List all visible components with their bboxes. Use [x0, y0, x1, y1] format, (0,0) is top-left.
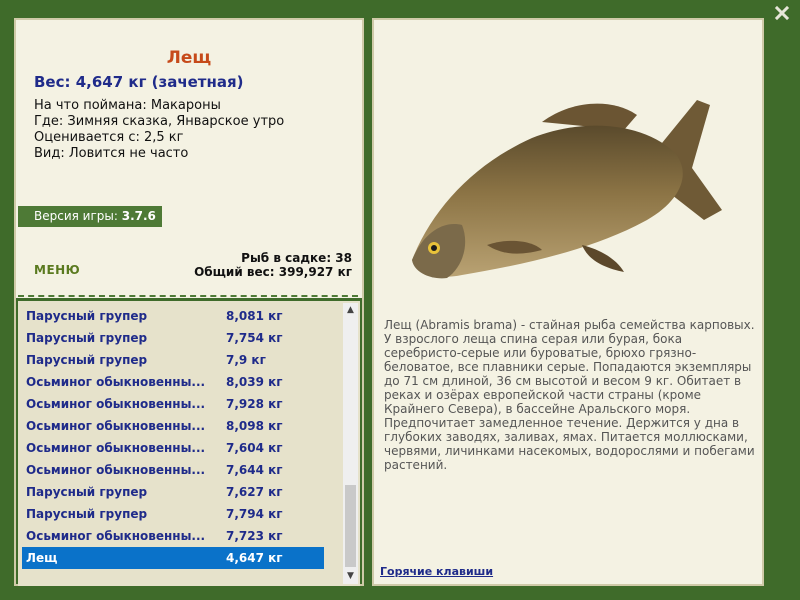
kind-info: Вид: Ловится не часто	[34, 146, 189, 161]
fish-name: Осьминог обыкновенны...	[26, 441, 206, 455]
bait-info: На что поймана: Макароны	[34, 98, 221, 113]
fish-description: Лещ (Abramis brama) - стайная рыба семей…	[384, 318, 755, 472]
fish-image	[412, 100, 722, 279]
fish-weight: 7,794 кг	[226, 507, 283, 521]
fish-details-panel: Лещ (Abramis brama) - стайная рыба семей…	[372, 18, 764, 586]
catch-name: Лещ	[166, 48, 212, 68]
list-item[interactable]: Осьминог обыкновенны... 7,928 кг	[22, 393, 324, 415]
fish-name: Лещ	[26, 551, 58, 565]
fish-weight: 7,644 кг	[226, 463, 283, 477]
fish-name: Осьминог обыкновенны...	[26, 397, 206, 411]
total-weight: Общий вес: 399,927 кг	[194, 265, 352, 279]
location-info: Где: Зимняя сказка, Январское утро	[34, 114, 285, 129]
close-button[interactable]	[774, 5, 790, 21]
list-item[interactable]: Парусный групер 7,754 кг	[22, 327, 324, 349]
fish-weight: 7,723 кг	[226, 529, 283, 543]
list-item[interactable]: Парусный групер 7,794 кг	[22, 503, 324, 525]
keep-count: Рыб в садке: 38	[241, 251, 352, 265]
fish-name: Осьминог обыкновенны...	[26, 529, 206, 543]
fish-weight: 7,9 кг	[226, 353, 266, 367]
valued-from-info: Оценивается с: 2,5 кг	[34, 130, 184, 145]
fish-name: Парусный групер	[26, 485, 148, 499]
menu-button[interactable]: МЕНЮ	[34, 263, 80, 277]
list-item[interactable]: Парусный групер 8,081 кг	[22, 305, 324, 327]
hotkeys-link[interactable]: Горячие клавиши	[380, 565, 493, 578]
list-item[interactable]: Осьминог обыкновенны... 8,039 кг	[22, 371, 324, 393]
fish-weight: 8,081 кг	[226, 309, 283, 323]
version-value: 3.7.6	[121, 209, 156, 223]
fish-weight: 8,098 кг	[226, 419, 283, 433]
fish-weight: 4,647 кг	[226, 551, 283, 565]
version-badge: Версия игры: 3.7.6	[18, 206, 162, 227]
list-item[interactable]: Лещ 4,647 кг	[22, 547, 324, 569]
fish-name: Осьминог обыкновенны...	[26, 375, 206, 389]
fish-weight: 7,754 кг	[226, 331, 283, 345]
catch-info-panel: Лещ Вес: 4,647 кг (зачетная) На что пойм…	[14, 18, 364, 586]
fish-weight: 7,627 кг	[226, 485, 283, 499]
catch-weight: Вес: 4,647 кг (зачетная)	[34, 73, 244, 91]
fish-list: Парусный групер 8,081 кг Парусный групер 7,…	[18, 301, 360, 586]
fish-name: Парусный групер	[26, 331, 148, 345]
fish-weight: 7,928 кг	[226, 397, 283, 411]
list-item[interactable]: Парусный групер 7,627 кг	[22, 481, 324, 503]
fish-name: Парусный групер	[26, 507, 148, 521]
fish-name: Парусный групер	[26, 353, 148, 367]
arrow-up-icon[interactable]: ▲	[343, 303, 358, 318]
scrollbar[interactable]: ▲ ▼	[343, 303, 358, 584]
list-item[interactable]: Парусный групер 7,9 кг	[22, 349, 324, 371]
fish-weight: 8,039 кг	[226, 375, 283, 389]
list-item[interactable]: Осьминог обыкновенны... 7,723 кг	[22, 525, 324, 547]
divider	[18, 295, 358, 297]
version-label: Версия игры:	[34, 209, 118, 223]
scroll-thumb[interactable]	[345, 485, 356, 567]
list-item[interactable]: Осьминог обыкновенны... 8,098 кг	[22, 415, 324, 437]
fish-weight: 7,604 кг	[226, 441, 283, 455]
close-icon	[774, 5, 790, 21]
arrow-down-icon[interactable]: ▼	[343, 569, 358, 584]
fish-name: Парусный групер	[26, 309, 148, 323]
list-item[interactable]: Осьминог обыкновенны... 7,604 кг	[22, 437, 324, 459]
fish-name: Осьминог обыкновенны...	[26, 463, 206, 477]
list-item[interactable]: Осьминог обыкновенны... 7,644 кг	[22, 459, 324, 481]
fish-name: Осьминог обыкновенны...	[26, 419, 206, 433]
